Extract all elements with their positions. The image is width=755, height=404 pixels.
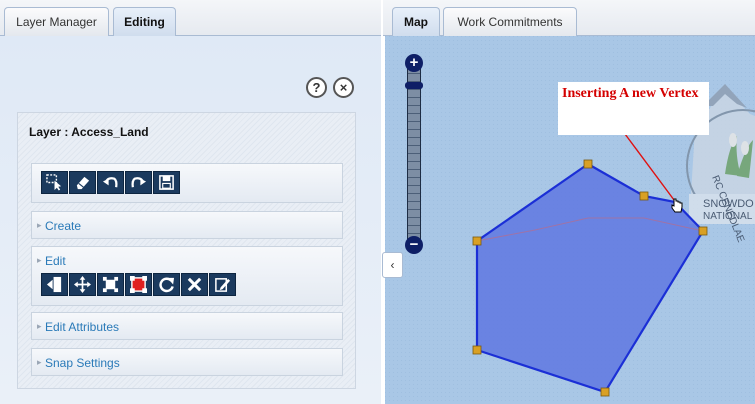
editing-panel: Layer Manager Editing ? × Layer : Access… xyxy=(0,0,381,404)
tab-work-commitments[interactable]: Work Commitments xyxy=(443,7,577,36)
editing-panel-body: ? × Layer : Access_Land ▸ Create ▸ Edit … xyxy=(0,36,381,404)
move-icon xyxy=(74,276,91,293)
layer-edit-box: Layer : Access_Land ▸ Create ▸ Edit ▸ Ed… xyxy=(17,112,356,389)
vertex-handle[interactable] xyxy=(472,345,482,355)
split-icon xyxy=(46,276,62,293)
split-button[interactable] xyxy=(41,273,68,296)
chevron-right-icon: ▸ xyxy=(37,255,42,265)
edit-section: ▸ Edit xyxy=(31,246,343,306)
edit-attributes-section-label[interactable]: Edit Attributes xyxy=(45,320,119,334)
create-section-label[interactable]: Create xyxy=(45,219,81,233)
chevron-right-icon: ▸ xyxy=(37,357,42,367)
watermark-text-2: SNOWDO xyxy=(703,198,754,210)
vertex-icon xyxy=(102,276,119,293)
redo-icon xyxy=(131,177,147,188)
delete-icon xyxy=(187,277,202,292)
vertex-handle[interactable] xyxy=(698,226,708,236)
edit-attributes-section[interactable]: ▸ Edit Attributes xyxy=(31,312,343,340)
edit-toolbar xyxy=(41,171,180,194)
edit-attributes-icon xyxy=(215,278,231,292)
zoom-in-button[interactable]: + xyxy=(405,54,423,72)
watermark-text-3: NATIONAL xyxy=(703,211,753,222)
vertex-handle[interactable] xyxy=(639,191,649,201)
vertex-handle[interactable] xyxy=(472,236,482,246)
redo-button[interactable] xyxy=(125,171,152,194)
select-feature-button[interactable] xyxy=(41,171,68,194)
vertex-handle[interactable] xyxy=(600,387,610,397)
chevron-right-icon: ▸ xyxy=(37,321,42,331)
right-tab-bar: Map Work Commitments xyxy=(383,0,755,37)
vertex-button[interactable] xyxy=(97,273,124,296)
map-canvas[interactable]: RC CENEDLAE SNOWDO NATIONAL + − Insertin… xyxy=(385,36,755,404)
close-button[interactable]: × xyxy=(333,77,354,98)
delete-vertex-button[interactable] xyxy=(125,273,152,296)
annotation-text: Inserting A new Vertex xyxy=(562,86,699,101)
select-feature-icon xyxy=(46,174,62,191)
collapse-panel-button[interactable]: ‹ xyxy=(382,252,403,278)
zoom-handle[interactable] xyxy=(405,82,423,89)
tab-layer-manager[interactable]: Layer Manager xyxy=(4,7,109,36)
zoom-out-button[interactable]: − xyxy=(405,236,423,254)
undo-icon xyxy=(102,177,118,188)
move-button[interactable] xyxy=(69,273,96,296)
zoom-slider[interactable]: + − xyxy=(405,54,423,254)
left-tab-bar: Layer Manager Editing xyxy=(0,0,381,37)
vertex-handle[interactable] xyxy=(583,159,593,169)
map-panel: Map Work Commitments RC CENEDLAE SNOWDO … xyxy=(383,0,755,404)
rotate-button[interactable] xyxy=(153,273,180,296)
save-button[interactable] xyxy=(153,171,180,194)
save-icon xyxy=(159,175,174,190)
delete-vertex-icon xyxy=(130,276,147,293)
delete-button[interactable] xyxy=(181,273,208,296)
snap-settings-section-label[interactable]: Snap Settings xyxy=(45,356,120,370)
create-section[interactable]: ▸ Create xyxy=(31,211,343,239)
edit-tools-section xyxy=(31,163,343,203)
layer-title: Layer : Access_Land xyxy=(29,125,149,139)
eraser-button[interactable] xyxy=(69,171,96,194)
rotate-icon xyxy=(159,277,175,293)
edit-section-label[interactable]: Edit xyxy=(45,254,66,268)
undo-button[interactable] xyxy=(97,171,124,194)
annotation-callout: Inserting A new Vertex xyxy=(558,82,709,135)
snap-settings-section[interactable]: ▸ Snap Settings xyxy=(31,348,343,376)
tab-map[interactable]: Map xyxy=(392,7,440,37)
zoom-track[interactable] xyxy=(407,64,421,242)
help-button[interactable]: ? xyxy=(306,77,327,98)
edit-geometry-toolbar xyxy=(41,273,236,296)
eraser-icon xyxy=(76,176,90,190)
edit-attributes-button[interactable] xyxy=(209,273,236,296)
chevron-right-icon: ▸ xyxy=(37,220,42,230)
tab-editing[interactable]: Editing xyxy=(113,7,176,37)
